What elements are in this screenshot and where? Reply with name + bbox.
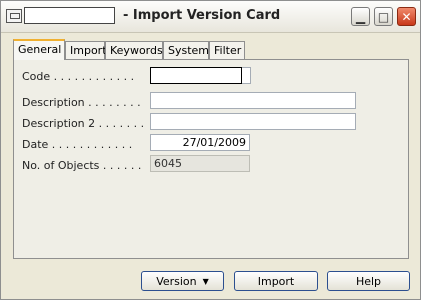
import-button[interactable]: Import xyxy=(234,271,318,291)
general-tab-panel: Code . . . . . . . . . . . . Description… xyxy=(13,59,409,259)
window-title: - Import Version Card xyxy=(123,8,281,23)
tab-general[interactable]: General xyxy=(13,39,65,60)
help-button[interactable]: Help xyxy=(327,271,410,291)
minimize-button[interactable]: ▁ xyxy=(351,7,370,26)
code-field[interactable] xyxy=(150,67,242,84)
objects-label: No. of Objects . . . . . . xyxy=(22,159,142,172)
version-button[interactable]: Version ▼ xyxy=(141,271,224,291)
card-icon[interactable] xyxy=(6,9,22,23)
date-label: Date . . . . . . . . . . . . xyxy=(22,138,133,151)
title-bar: - Import Version Card ▁ □ ✕ xyxy=(1,1,420,33)
code-lookup-button[interactable] xyxy=(242,67,251,84)
import-button-label: Import xyxy=(257,274,295,288)
chevron-down-icon: ▼ xyxy=(202,276,209,286)
close-button[interactable]: ✕ xyxy=(397,7,416,26)
help-button-label: Help xyxy=(355,274,382,288)
description-label: Description . . . . . . . . xyxy=(22,96,141,109)
code-label: Code . . . . . . . . . . . . xyxy=(22,70,135,83)
tab-import[interactable]: Import xyxy=(65,41,107,59)
maximize-icon: □ xyxy=(377,9,390,24)
close-icon: ✕ xyxy=(401,9,412,24)
tab-filter[interactable]: Filter xyxy=(209,41,245,59)
import-version-card-window: - Import Version Card ▁ □ ✕ General Impo… xyxy=(0,0,421,300)
description2-label: Description 2 . . . . . . . xyxy=(22,117,145,130)
maximize-button[interactable]: □ xyxy=(374,7,393,26)
tab-system[interactable]: System xyxy=(163,41,209,59)
description-field[interactable] xyxy=(150,92,356,109)
tab-keywords[interactable]: Keywords xyxy=(105,41,163,59)
date-field[interactable]: 27/01/2009 xyxy=(150,134,250,151)
minimize-icon: ▁ xyxy=(355,9,366,24)
description2-field[interactable] xyxy=(150,113,356,130)
objects-field: 6045 xyxy=(150,155,250,172)
title-field xyxy=(24,7,115,24)
version-button-label: Version xyxy=(156,274,197,288)
